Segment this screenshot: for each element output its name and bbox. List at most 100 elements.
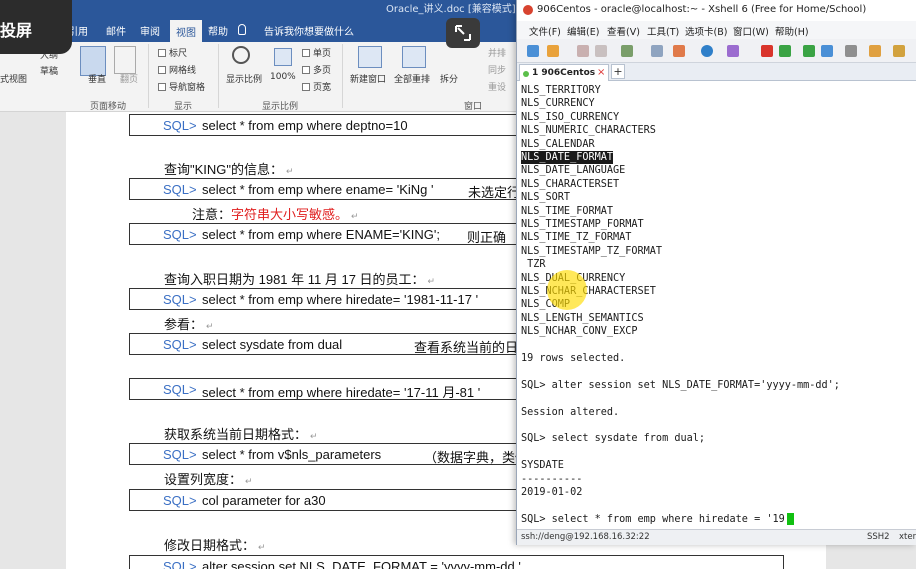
window-group: 窗口 — [464, 102, 483, 112]
script-icon[interactable] — [779, 45, 791, 57]
tab-mailings[interactable]: 邮件 — [106, 23, 126, 38]
separator — [342, 44, 343, 108]
menu-file[interactable]: 文件(F) — [529, 24, 561, 38]
terminal-line: NLS_CURRENCY — [521, 98, 595, 110]
xshell-title: 906Centos - oracle@localhost:~ - Xshell … — [537, 4, 867, 15]
session-tab[interactable]: 1 906Centos × — [519, 64, 609, 81]
page-width-button[interactable]: 页宽 — [302, 80, 331, 93]
paragraph: 获取系统当前日期格式： ↵ — [164, 427, 318, 442]
session-tab-label: 1 906Centos — [532, 68, 596, 78]
arrange-all-icon — [402, 46, 426, 68]
xshell-status-bar: ssh://deng@192.168.16.32:22 SSH2 xterm — [517, 529, 916, 545]
find-icon[interactable] — [651, 45, 663, 57]
close-tab-icon[interactable]: × — [597, 67, 605, 78]
xshell-toolbar — [517, 39, 916, 63]
terminal-line: NLS_LENGTH_SEMANTICS — [521, 312, 644, 324]
lock-icon[interactable] — [821, 45, 833, 57]
magnifier-icon — [232, 46, 250, 64]
screen: Oracle_讲义.doc [兼容模式] - 引用 邮件 审阅 视图 帮助 告诉… — [0, 0, 916, 569]
xshell-title-bar: 906Centos - oracle@localhost:~ - Xshell … — [517, 0, 916, 20]
menu-edit[interactable]: 编辑(E) — [567, 24, 599, 38]
globe-icon[interactable] — [701, 45, 713, 57]
terminal-line: NLS_NUMERIC_CHARACTERS — [521, 125, 656, 137]
terminal-line: NLS_ISO_CURRENCY — [521, 111, 620, 123]
menu-tabs[interactable]: 选项卡(B) — [685, 24, 727, 38]
menu-window[interactable]: 窗口(W) — [733, 24, 769, 38]
menu-tools[interactable]: 工具(T) — [647, 24, 679, 38]
show-group: 显示 — [174, 102, 193, 112]
terminal-line: 19 rows selected. — [521, 353, 626, 364]
tab-review[interactable]: 审阅 — [140, 23, 160, 38]
terminal-line: SQL> select * from emp where hiredate = … — [521, 513, 785, 525]
lightbulb-icon — [238, 24, 246, 35]
multi-page-button[interactable]: 多页 — [302, 63, 331, 76]
hundred-percent-icon — [274, 48, 292, 66]
terminal-cursor — [786, 512, 794, 525]
new-tab-button[interactable]: + — [611, 64, 625, 79]
open-folder-icon[interactable] — [547, 45, 559, 57]
font-icon[interactable] — [727, 45, 739, 57]
paragraph: 修改日期格式： ↵ — [164, 538, 266, 553]
tab-view[interactable]: 视图 — [170, 20, 202, 42]
terminal-line: ---------- — [521, 473, 583, 485]
page-flip-button[interactable]: 翻页 — [120, 72, 138, 85]
terminal-line: SQL> alter session set NLS_DATE_FORMAT='… — [521, 379, 840, 391]
gridlines-checkbox[interactable]: 网格线 — [158, 63, 196, 76]
new-window-icon — [358, 46, 382, 68]
tell-me-search[interactable]: 告诉我你想要做什么 — [264, 23, 354, 38]
terminal-type-label: xterm — [899, 532, 916, 542]
terminal-line: NLS_SORT — [521, 192, 571, 204]
terminal-line: NLS_TERRITORY — [521, 85, 601, 96]
comment-icon[interactable] — [869, 45, 881, 57]
hundred-percent-button[interactable]: 100% — [270, 72, 296, 82]
xshell-logo-icon — [523, 5, 533, 15]
compose-icon[interactable] — [673, 45, 685, 57]
zoom-button[interactable]: 显示比例 — [226, 72, 262, 85]
menu-help[interactable]: 帮助(H) — [775, 24, 809, 38]
paragraph: 注意：字符串大小写敏感。 ↵ — [192, 207, 359, 222]
terminal-line: 2019-01-02 — [521, 487, 583, 498]
draft-view-button[interactable]: 草稿 — [40, 64, 58, 77]
keyboard-icon[interactable] — [845, 45, 857, 57]
disconnect-icon[interactable] — [595, 45, 607, 57]
properties-icon[interactable] — [621, 45, 633, 57]
side-by-side-button[interactable]: 并排 — [488, 46, 506, 59]
nav-pane-checkbox[interactable]: 导航窗格 — [158, 80, 205, 93]
terminal-line: NLS_TIMESTAMP_TZ_FORMAT — [521, 245, 663, 257]
session-tabs: 1 906Centos × + — [517, 63, 916, 81]
exit-fullscreen-icon — [455, 25, 471, 41]
new-window-button[interactable]: 新建窗口 — [350, 72, 386, 85]
web-view-button[interactable]: 式视图 — [0, 72, 27, 85]
sql-line: SQL> alter session set NLS_DATE_FORMAT = … — [129, 555, 784, 569]
exit-fullscreen-button[interactable] — [446, 18, 480, 48]
terminal-line: NLS_DATE_LANGUAGE — [521, 165, 626, 177]
arrange-all-button[interactable]: 全部重排 — [394, 72, 430, 85]
paragraph: 查询"KING"的信息： ↵ — [164, 162, 294, 177]
terminal-line: NLS_DATE_FORMAT — [521, 151, 614, 164]
vertical-button[interactable]: 垂直 — [88, 72, 106, 85]
sync-scroll-button[interactable]: 同步 — [488, 63, 506, 76]
projection-badge[interactable]: 投屏 — [0, 0, 72, 54]
paragraph: 查询入职日期为 1981 年 11 月 17 日的员工： ↵ — [164, 272, 436, 287]
terminal-line: NLS_TIME_TZ_FORMAT — [521, 232, 632, 244]
terminal-line: NLS_NCHAR_CHARACTERSET — [521, 286, 656, 297]
menu-view[interactable]: 查看(V) — [607, 24, 640, 38]
fullscreen-icon[interactable] — [803, 45, 815, 57]
single-page-button[interactable]: 单页 — [302, 46, 331, 59]
terminal-line: NLS_CALENDAR — [521, 138, 595, 150]
ruler-checkbox[interactable]: 标尺 — [158, 46, 187, 59]
xftp-icon[interactable] — [761, 45, 773, 57]
pointer-highlight — [547, 270, 587, 310]
separator — [218, 44, 219, 108]
new-session-icon[interactable] — [527, 45, 539, 57]
page-flip-icon — [114, 46, 136, 74]
connect-icon[interactable] — [577, 45, 589, 57]
reset-position-button[interactable]: 重设 — [488, 80, 506, 93]
split-button[interactable]: 拆分 — [440, 72, 458, 85]
terminal-line: NLS_TIMESTAMP_FORMAT — [521, 219, 644, 230]
connected-status-icon — [523, 71, 529, 77]
zoom-group: 显示比例 — [262, 102, 299, 112]
tab-help[interactable]: 帮助 — [208, 23, 228, 38]
help-icon[interactable] — [893, 45, 905, 57]
paragraph: 设置列宽度： ↵ — [164, 472, 253, 487]
